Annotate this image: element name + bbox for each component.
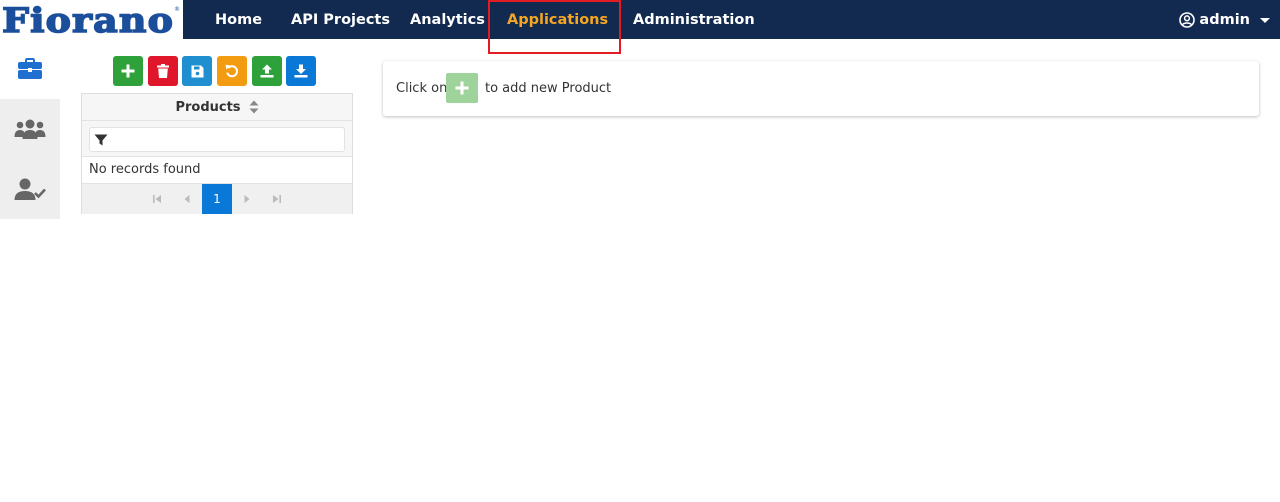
products-column-header[interactable]: Products (82, 94, 352, 121)
plus-icon (121, 64, 135, 78)
nav-analytics[interactable]: Analytics (410, 0, 485, 39)
prev-page-icon (184, 195, 190, 203)
user-menu[interactable]: admin (1179, 0, 1270, 39)
sidebar-item-approvals[interactable] (0, 159, 60, 219)
sidebar-item-products[interactable] (0, 39, 60, 99)
trash-icon (157, 64, 169, 78)
pager-next-button[interactable] (232, 184, 262, 214)
products-grid: Products No records found 1 (81, 93, 353, 214)
sidebar-item-groups[interactable] (0, 99, 60, 159)
upload-icon (260, 64, 274, 78)
fiorano-logo-icon: Fiorano ® (2, 2, 180, 36)
user-name: admin (1199, 11, 1250, 28)
export-button[interactable] (286, 56, 316, 86)
user-check-icon (14, 178, 46, 200)
pager: 1 (82, 183, 352, 214)
briefcase-icon (18, 58, 42, 79)
info-suffix: to add new Product (485, 81, 612, 96)
users-icon (14, 119, 46, 139)
nav-home[interactable]: Home (215, 0, 262, 39)
sort-icon (249, 100, 259, 114)
reset-button[interactable] (217, 56, 247, 86)
plus-icon (455, 81, 469, 95)
svg-text:®: ® (174, 6, 180, 13)
filter-icon (94, 134, 108, 146)
first-page-icon (153, 195, 161, 203)
empty-message: No records found (89, 162, 201, 177)
products-filter-input[interactable] (89, 127, 345, 152)
pager-prev-button[interactable] (172, 184, 202, 214)
chevron-down-icon (1260, 17, 1270, 23)
download-icon (294, 64, 308, 78)
floppy-disk-icon (191, 65, 203, 77)
filter-row (82, 121, 352, 157)
nav-administration[interactable]: Administration (633, 0, 755, 39)
user-circle-icon (1179, 11, 1196, 28)
import-button[interactable] (252, 56, 282, 86)
svg-text:Fiorano: Fiorano (2, 2, 174, 36)
nav-applications[interactable]: Applications (507, 0, 608, 39)
top-navbar: Fiorano ® Home API Projects Analytics Ap… (0, 0, 1280, 39)
products-column-title: Products (175, 99, 241, 115)
next-page-icon (244, 195, 250, 203)
last-page-icon (273, 195, 281, 203)
sidebar (0, 39, 60, 219)
info-add-button[interactable] (446, 73, 478, 103)
info-prefix: Click on (396, 81, 448, 96)
brand-logo[interactable]: Fiorano ® (0, 0, 183, 39)
nav-api-projects[interactable]: API Projects (291, 0, 390, 39)
add-product-button[interactable] (113, 56, 143, 86)
pager-page-1[interactable]: 1 (202, 184, 232, 214)
pager-last-button[interactable] (262, 184, 292, 214)
pager-first-button[interactable] (142, 184, 172, 214)
delete-product-button[interactable] (148, 56, 178, 86)
info-panel: Click on to add new Product (383, 61, 1259, 116)
save-button[interactable] (182, 56, 212, 86)
undo-icon (225, 64, 238, 78)
